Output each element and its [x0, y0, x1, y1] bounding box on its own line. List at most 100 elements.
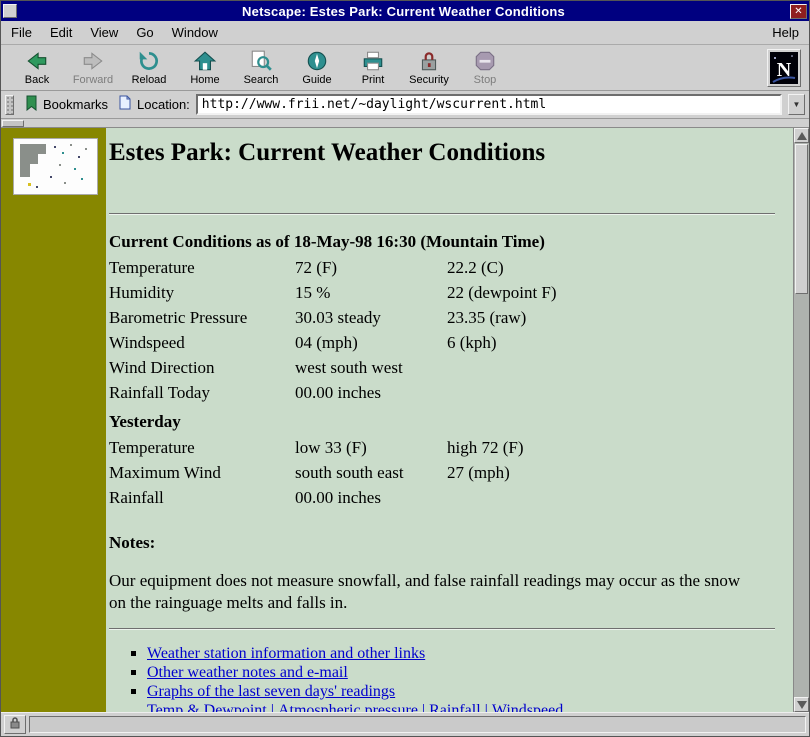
- row-value-2: 22 (dewpoint F): [447, 283, 557, 302]
- notes-paragraph: Our equipment does not measure snowfall,…: [109, 571, 741, 612]
- table-row: Maximum Wind south south east 27 (mph): [109, 460, 687, 485]
- reload-button[interactable]: Reload: [121, 47, 177, 89]
- scrollbar-track[interactable]: [794, 295, 809, 697]
- home-button[interactable]: Home: [177, 47, 233, 89]
- row-label: Rainfall: [109, 488, 164, 507]
- location-dropdown-button[interactable]: ▼: [788, 94, 805, 115]
- netscape-logo-button[interactable]: N: [767, 48, 801, 87]
- location-input[interactable]: [195, 94, 782, 115]
- scroll-down-button[interactable]: [794, 697, 809, 712]
- link-other-weather-notes[interactable]: Other weather notes and e-mail: [147, 664, 348, 681]
- back-label: Back: [24, 74, 50, 86]
- toolbar-grip[interactable]: [5, 94, 14, 115]
- sublink-separator: |: [270, 702, 274, 712]
- page-sidebar: [1, 128, 106, 712]
- table-row: Temperature low 33 (F) high 72 (F): [109, 435, 687, 460]
- status-text-field: [29, 716, 806, 733]
- row-value-1: 04 (mph): [295, 333, 358, 352]
- list-item: Other weather notes and e-mail: [109, 663, 775, 682]
- menu-edit[interactable]: Edit: [50, 25, 72, 40]
- menu-help[interactable]: Help: [772, 25, 799, 40]
- notes-heading: Notes:: [109, 533, 156, 552]
- yesterday-table: Temperature low 33 (F) high 72 (F) Maxim…: [109, 435, 687, 510]
- links-list: Weather station information and other li…: [109, 644, 775, 701]
- scrollbar-thumb[interactable]: [795, 144, 808, 294]
- row-value-1: low 33 (F): [295, 438, 367, 457]
- search-icon: [249, 49, 273, 73]
- table-row: Humidity 15 % 22 (dewpoint F): [109, 280, 687, 305]
- scroll-up-button[interactable]: [794, 128, 809, 143]
- stop-button[interactable]: Stop: [457, 47, 513, 89]
- up-arrow-icon: [796, 131, 807, 140]
- current-conditions-table: Temperature 72 (F) 22.2 (C) Humidity 15 …: [109, 255, 687, 405]
- table-row: Rainfall 00.00 inches: [109, 485, 687, 510]
- down-arrow-icon: [796, 700, 807, 709]
- print-button[interactable]: Print: [345, 47, 401, 89]
- horizontal-rule: [109, 628, 775, 630]
- row-label: Temperature: [109, 438, 195, 457]
- bookmarks-button[interactable]: Bookmarks: [20, 94, 113, 116]
- row-label: Wind Direction: [109, 358, 215, 377]
- menu-go[interactable]: Go: [136, 25, 153, 40]
- table-row: Windspeed 04 (mph) 6 (kph): [109, 330, 687, 355]
- row-value-1: south south east: [295, 463, 404, 482]
- menu-file[interactable]: File: [11, 25, 32, 40]
- table-row: Rainfall Today 00.00 inches: [109, 380, 687, 405]
- window-menu-button[interactable]: [3, 4, 17, 18]
- link-atmospheric-pressure[interactable]: Atmospheric pressure: [278, 702, 418, 712]
- web-page: Estes Park: Current Weather Conditions C…: [1, 128, 793, 712]
- row-label: Barometric Pressure: [109, 308, 248, 327]
- site-logo-image: [13, 138, 98, 195]
- security-label: Security: [409, 74, 449, 86]
- page-title: Estes Park: Current Weather Conditions: [109, 139, 546, 166]
- page-proxy-icon[interactable]: [119, 95, 131, 115]
- chevron-down-icon: ▼: [792, 100, 801, 109]
- link-graphs-seven-days[interactable]: Graphs of the last seven days' readings: [147, 683, 395, 700]
- navigation-toolbar: Back Forward Reload Home Search Guide Pr…: [1, 45, 809, 91]
- link-weather-station-info[interactable]: Weather station information and other li…: [147, 645, 425, 662]
- sublink-separator: |: [421, 702, 426, 712]
- location-toolbar: Bookmarks Location: ▼: [1, 91, 809, 119]
- yesterday-heading: Yesterday: [109, 412, 181, 431]
- row-value-1: 30.03 steady: [295, 308, 381, 327]
- back-button[interactable]: Back: [9, 47, 65, 89]
- graph-sublinks-row: Temp & Dewpoint | Atmospheric pressure | Rai…: [109, 701, 775, 712]
- home-label: Home: [190, 74, 220, 86]
- list-item: Weather station information and other li…: [109, 644, 775, 663]
- row-label: Maximum Wind: [109, 463, 221, 482]
- guide-icon: [305, 49, 329, 73]
- list-item: Graphs of the last seven days' readings: [109, 682, 775, 701]
- row-value-2: [447, 355, 687, 380]
- link-windspeed[interactable]: Windspeed: [492, 702, 563, 712]
- vertical-scrollbar[interactable]: [793, 128, 809, 712]
- menu-view[interactable]: View: [90, 25, 118, 40]
- sublink-separator: |: [484, 702, 488, 712]
- svg-text:N: N: [777, 59, 792, 81]
- toolbar-collapse-tab[interactable]: [2, 120, 24, 127]
- close-button[interactable]: ✕: [790, 3, 807, 19]
- netscape-n-icon: N: [770, 51, 798, 84]
- forward-label: Forward: [72, 74, 114, 86]
- row-value-2: [447, 485, 687, 510]
- print-icon: [361, 49, 385, 73]
- padlock-icon: [9, 716, 21, 734]
- link-rainfall[interactable]: Rainfall: [429, 702, 481, 712]
- link-temp-dewpoint[interactable]: Temp & Dewpoint: [147, 702, 267, 712]
- table-row: Wind Direction west south west: [109, 355, 687, 380]
- forward-button[interactable]: Forward: [65, 47, 121, 89]
- print-label: Print: [361, 74, 385, 86]
- bookmark-icon: [25, 95, 38, 114]
- security-button[interactable]: Security: [401, 47, 457, 89]
- titlebar: Netscape: Estes Park: Current Weather Co…: [1, 1, 809, 21]
- guide-button[interactable]: Guide: [289, 47, 345, 89]
- menu-window[interactable]: Window: [172, 25, 218, 40]
- guide-label: Guide: [302, 74, 332, 86]
- security-status-button[interactable]: [4, 715, 26, 734]
- row-label: Windspeed: [109, 333, 185, 352]
- reload-icon: [137, 49, 161, 73]
- forward-icon: [81, 49, 105, 73]
- search-button[interactable]: Search: [233, 47, 289, 89]
- row-value-1: 72 (F): [295, 258, 338, 277]
- row-label: Rainfall Today: [109, 383, 210, 402]
- location-label: Location:: [137, 97, 190, 112]
